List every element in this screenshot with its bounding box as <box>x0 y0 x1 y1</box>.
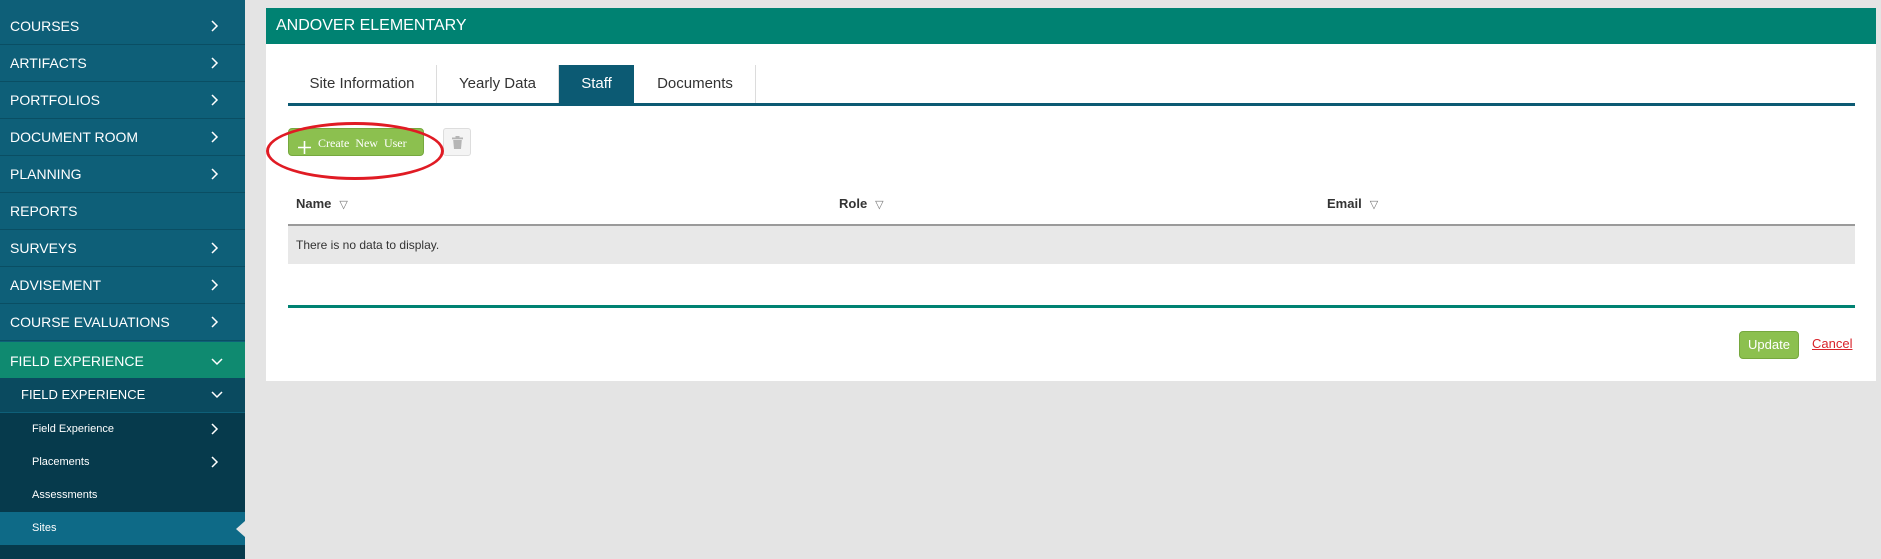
sidebar-item-artifacts[interactable]: ARTIFACTS <box>0 45 245 82</box>
grid-empty-message: There is no data to display. <box>288 226 1855 264</box>
sidebar-item-field-experience[interactable]: FIELD EXPERIENCE <box>0 342 245 380</box>
chevron-right-icon <box>211 230 223 267</box>
sidebar-item-label: ADVISEMENT <box>10 277 102 293</box>
column-header-name[interactable]: Name ▽ <box>296 184 348 224</box>
chevron-right-icon <box>211 156 223 193</box>
sidebar-leaf-placements[interactable]: Placements <box>0 446 245 479</box>
sidebar-item-advisement[interactable]: ADVISEMENT <box>0 267 245 304</box>
sidebar-item-portfolios[interactable]: PORTFOLIOS <box>0 82 245 119</box>
update-button[interactable]: Update <box>1739 331 1799 359</box>
sidebar-leaf-label: Sites <box>32 522 57 534</box>
sidebar-item-label: FIELD EXPERIENCE <box>10 353 144 369</box>
sidebar-item-surveys[interactable]: SURVEYS <box>0 230 245 267</box>
chevron-right-icon <box>211 45 223 82</box>
sidebar-item-label: PORTFOLIOS <box>10 92 100 108</box>
chevron-down-icon <box>211 342 223 379</box>
chevron-right-icon <box>211 413 223 446</box>
delete-button[interactable] <box>443 128 471 156</box>
chevron-down-icon <box>211 378 223 412</box>
plus-icon <box>298 136 311 164</box>
sidebar-leaf-label: Assessments <box>32 489 98 501</box>
create-new-user-label: Create New User <box>318 136 407 150</box>
tab-yearly-data[interactable]: Yearly Data <box>437 65 559 103</box>
chevron-right-icon <box>211 446 223 479</box>
sort-triangle-icon: ▽ <box>875 199 884 211</box>
tab-site-information[interactable]: Site Information <box>288 65 437 103</box>
chevron-right-icon <box>211 119 223 156</box>
chevron-right-icon <box>211 8 223 45</box>
tab-bar: Site Information Yearly Data Staff Docum… <box>288 65 1855 106</box>
divider <box>288 305 1855 308</box>
sidebar-nav: COURSES ARTIFACTS PORTFOLIOS DOCUMENT RO… <box>0 0 245 559</box>
sidebar-leaf-assessments[interactable]: Assessments <box>0 479 245 512</box>
sidebar-leaf-sites[interactable]: Sites <box>0 512 245 545</box>
cancel-link[interactable]: Cancel <box>1812 336 1852 351</box>
sidebar-leaf-label: Placements <box>32 456 90 468</box>
sidebar-item-courses[interactable]: COURSES <box>0 8 245 45</box>
sidebar-item-label: COURSES <box>10 18 80 34</box>
sidebar-item-label: ARTIFACTS <box>10 55 87 71</box>
chevron-right-icon <box>211 82 223 119</box>
sidebar-item-label: PLANNING <box>10 166 82 182</box>
sidebar-item-label: COURSE EVALUATIONS <box>10 314 170 330</box>
sort-triangle-icon: ▽ <box>1369 199 1379 211</box>
column-header-email[interactable]: Email ▽ <box>1327 184 1378 224</box>
site-detail-panel: ANDOVER ELEMENTARY Site Information Year… <box>266 8 1876 381</box>
sidebar-leaf-partial <box>0 545 245 559</box>
create-new-user-button[interactable]: Create New User <box>288 128 424 156</box>
sidebar-item-reports[interactable]: REPORTS <box>0 193 245 230</box>
sidebar-item-label: DOCUMENT ROOM <box>10 129 139 145</box>
sort-triangle-icon: ▽ <box>339 199 348 211</box>
chevron-right-icon <box>211 267 223 304</box>
sidebar-item-planning[interactable]: PLANNING <box>0 156 245 193</box>
staff-grid-header: Name ▽ Role ▽ Email ▽ <box>288 184 1855 226</box>
column-header-role[interactable]: Role ▽ <box>839 184 884 224</box>
sidebar-subitem-label: FIELD EXPERIENCE <box>21 387 146 402</box>
page-title: ANDOVER ELEMENTARY <box>266 8 1876 44</box>
tab-documents[interactable]: Documents <box>635 65 756 103</box>
sidebar-leaf-label: Field Experience <box>32 423 114 435</box>
sidebar-item-label: REPORTS <box>10 203 78 219</box>
tab-staff[interactable]: Staff <box>559 65 634 103</box>
sidebar-leaf-field-experience[interactable]: Field Experience <box>0 413 245 446</box>
sidebar-item-document-room[interactable]: DOCUMENT ROOM <box>0 119 245 156</box>
sidebar-item-course-evaluations[interactable]: COURSE EVALUATIONS <box>0 304 245 341</box>
sidebar-subitem-field-experience[interactable]: FIELD EXPERIENCE <box>0 378 245 412</box>
selected-indicator <box>236 521 245 537</box>
chevron-right-icon <box>211 304 223 341</box>
sidebar-item-label: SURVEYS <box>10 240 77 256</box>
